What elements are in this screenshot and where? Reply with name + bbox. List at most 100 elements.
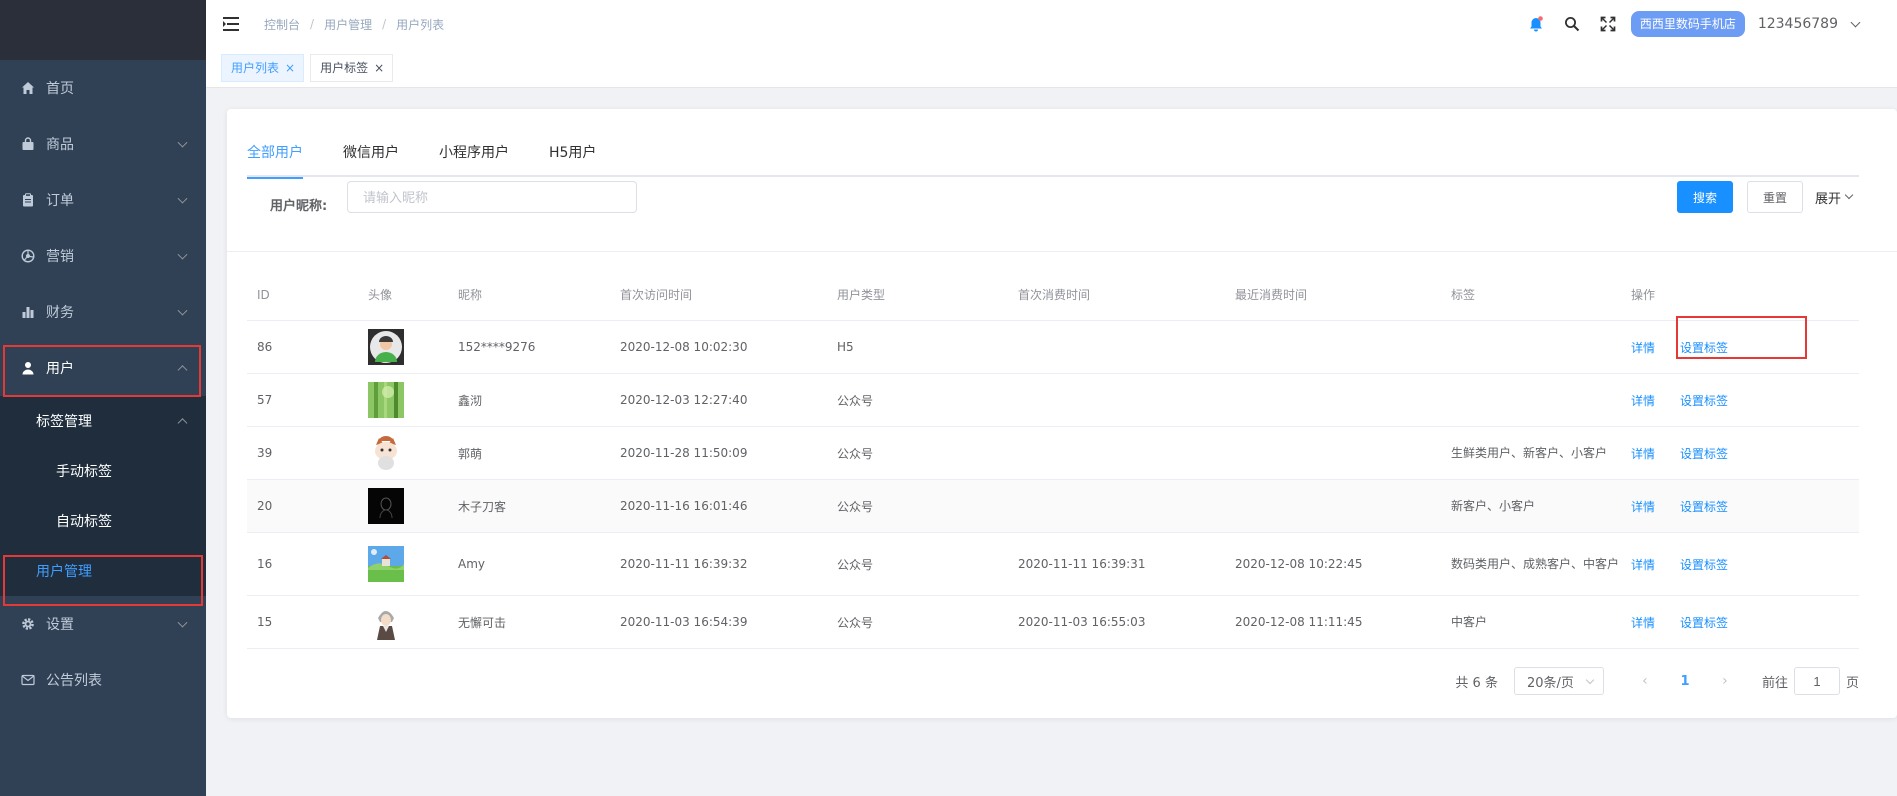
sidebar-item-label: 自动标签 [56, 514, 112, 530]
search-button[interactable]: 搜索 [1677, 181, 1733, 213]
set-tag-link[interactable]: 设置标签 [1680, 556, 1728, 573]
cell-id: 86 [257, 340, 273, 354]
sidebar-item-home[interactable]: 首页 [0, 60, 206, 116]
navbar-right: 西西里数码手机店 123456789 [1509, 0, 1861, 48]
page-number[interactable]: 1 [1670, 667, 1700, 695]
sidebar-item-label: 订单 [46, 193, 74, 209]
cell-tags: 新客户、小客户 [1451, 499, 1536, 513]
detail-link[interactable]: 详情 [1631, 445, 1655, 462]
sidebar-item-announcements[interactable]: 公告列表 [0, 652, 206, 708]
prev-page-icon[interactable]: ‹ [1630, 667, 1660, 695]
sidebar-item-finance[interactable]: 财务 [0, 284, 206, 340]
cell-user-type: 公众号 [837, 446, 874, 461]
tab-h5-users[interactable]: H5用户 [549, 133, 596, 177]
logo-area [0, 0, 206, 60]
sidebar-item-label: 用户管理 [36, 564, 92, 580]
chevron-up-icon [177, 418, 188, 429]
tag-label: 用户列表 [231, 60, 280, 75]
tab-miniprogram-users[interactable]: 小程序用户 [439, 133, 509, 177]
page-jumper: 前往 页 [1762, 667, 1859, 695]
cell-nickname: 木子刀客 [458, 499, 507, 514]
cell-nickname: 郭萌 [458, 446, 483, 461]
sidebar-item-tag-management[interactable]: 标签管理 [0, 396, 206, 446]
detail-link[interactable]: 详情 [1631, 556, 1655, 573]
column-header: 首次访问时间 [620, 288, 693, 302]
column-header: 首次消费时间 [1018, 288, 1091, 302]
set-tag-link[interactable]: 设置标签 [1680, 339, 1728, 356]
tags-view: 用户列表 × 用户标签 × [206, 48, 1897, 88]
chevron-down-icon [1844, 190, 1854, 200]
close-icon[interactable]: × [374, 55, 384, 81]
detail-link[interactable]: 详情 [1631, 614, 1655, 631]
expand-toggle[interactable]: 展开 [1815, 181, 1854, 213]
sidebar: 首页 商品 订单 营销 财务 用户 标签管理 手动标签 自动标签 用户管理 设置… [0, 0, 206, 796]
expand-label: 展开 [1815, 191, 1842, 207]
sidebar-item-manual-tags[interactable]: 手动标签 [0, 446, 206, 496]
jumper-suffix: 页 [1845, 675, 1859, 691]
cell-first-visit: 2020-11-03 16:54:39 [620, 615, 748, 629]
set-tag-link[interactable]: 设置标签 [1680, 445, 1728, 462]
sidebar-item-users[interactable]: 用户 [0, 340, 206, 396]
cell-first-purchase: 2020-11-11 16:39:31 [1018, 557, 1146, 571]
cell-user-type: 公众号 [837, 499, 874, 514]
sidebar-item-goods[interactable]: 商品 [0, 116, 206, 172]
avatar-bamboo-icon [368, 382, 404, 418]
page-size-select[interactable]: 20条/页 [1513, 667, 1604, 695]
next-page-icon[interactable]: › [1710, 667, 1740, 695]
fullscreen-icon[interactable] [1599, 15, 1617, 33]
set-tag-link[interactable]: 设置标签 [1680, 392, 1728, 409]
cell-actions: 详情 设置标签 [1621, 339, 1859, 356]
sidebar-item-settings[interactable]: 设置 [0, 596, 206, 652]
close-icon[interactable]: × [285, 55, 295, 81]
mail-icon [20, 672, 36, 688]
sidebar-item-auto-tags[interactable]: 自动标签 [0, 496, 206, 546]
set-tag-link[interactable]: 设置标签 [1680, 614, 1728, 631]
column-header: 操作 [1631, 288, 1656, 302]
sidebar-item-label: 公告列表 [46, 673, 102, 689]
set-tag-link[interactable]: 设置标签 [1680, 498, 1728, 515]
sidebar-item-marketing[interactable]: 营销 [0, 228, 206, 284]
cell-nickname: 152****9276 [458, 340, 536, 354]
cell-id: 16 [257, 557, 273, 571]
hamburger-icon[interactable] [222, 15, 240, 33]
store-badge[interactable]: 西西里数码手机店 [1630, 11, 1745, 37]
chevron-down-icon[interactable] [1850, 17, 1861, 27]
sidebar-item-label: 设置 [46, 617, 74, 633]
cell-id: 57 [257, 393, 273, 407]
column-header: 最近消费时间 [1235, 288, 1308, 302]
chevron-down-icon [177, 617, 188, 628]
page-jump-input[interactable] [1793, 667, 1840, 695]
user-name[interactable]: 123456789 [1758, 16, 1838, 32]
divider [227, 251, 1897, 252]
cell-avatar [358, 435, 448, 471]
sidebar-item-label: 财务 [46, 305, 74, 321]
tab-wechat-users[interactable]: 微信用户 [343, 133, 399, 177]
table-row: 39 郭萌 2020-11-28 11:50:09 公众号 生鲜类用户、新客户、… [247, 427, 1859, 480]
chevron-down-icon [177, 193, 188, 204]
reset-button[interactable]: 重置 [1747, 181, 1803, 213]
bell-icon[interactable] [1527, 15, 1545, 33]
nickname-input[interactable] [347, 181, 637, 213]
detail-link[interactable]: 详情 [1631, 339, 1655, 356]
cell-tags: 数码类用户、成熟客户、中客户 [1451, 557, 1620, 571]
tag-user-list[interactable]: 用户列表 × [221, 53, 305, 82]
cell-actions: 详情 设置标签 [1621, 556, 1859, 573]
detail-link[interactable]: 详情 [1631, 498, 1655, 515]
bag-icon [20, 136, 36, 152]
tab-all-users[interactable]: 全部用户 [247, 133, 303, 179]
cell-nickname: 无懈可击 [458, 615, 507, 630]
search-icon[interactable] [1563, 15, 1581, 33]
chevron-down-icon [177, 305, 188, 316]
cell-last-purchase: 2020-12-08 11:11:45 [1235, 615, 1363, 629]
breadcrumb-item[interactable]: 用户管理 [324, 16, 372, 33]
cell-avatar [358, 382, 448, 418]
table-row: 86 152****9276 2020-12-08 10:02:30 H5 详情… [247, 321, 1859, 374]
users-submenu: 标签管理 手动标签 自动标签 用户管理 [0, 396, 206, 596]
cell-first-visit: 2020-11-11 16:39:32 [620, 557, 748, 571]
cell-actions: 详情 设置标签 [1621, 392, 1859, 409]
breadcrumb-item[interactable]: 控制台 [264, 16, 300, 33]
tag-user-tags[interactable]: 用户标签 × [310, 53, 394, 82]
sidebar-item-orders[interactable]: 订单 [0, 172, 206, 228]
sidebar-item-user-management[interactable]: 用户管理 [0, 546, 206, 596]
detail-link[interactable]: 详情 [1631, 392, 1655, 409]
